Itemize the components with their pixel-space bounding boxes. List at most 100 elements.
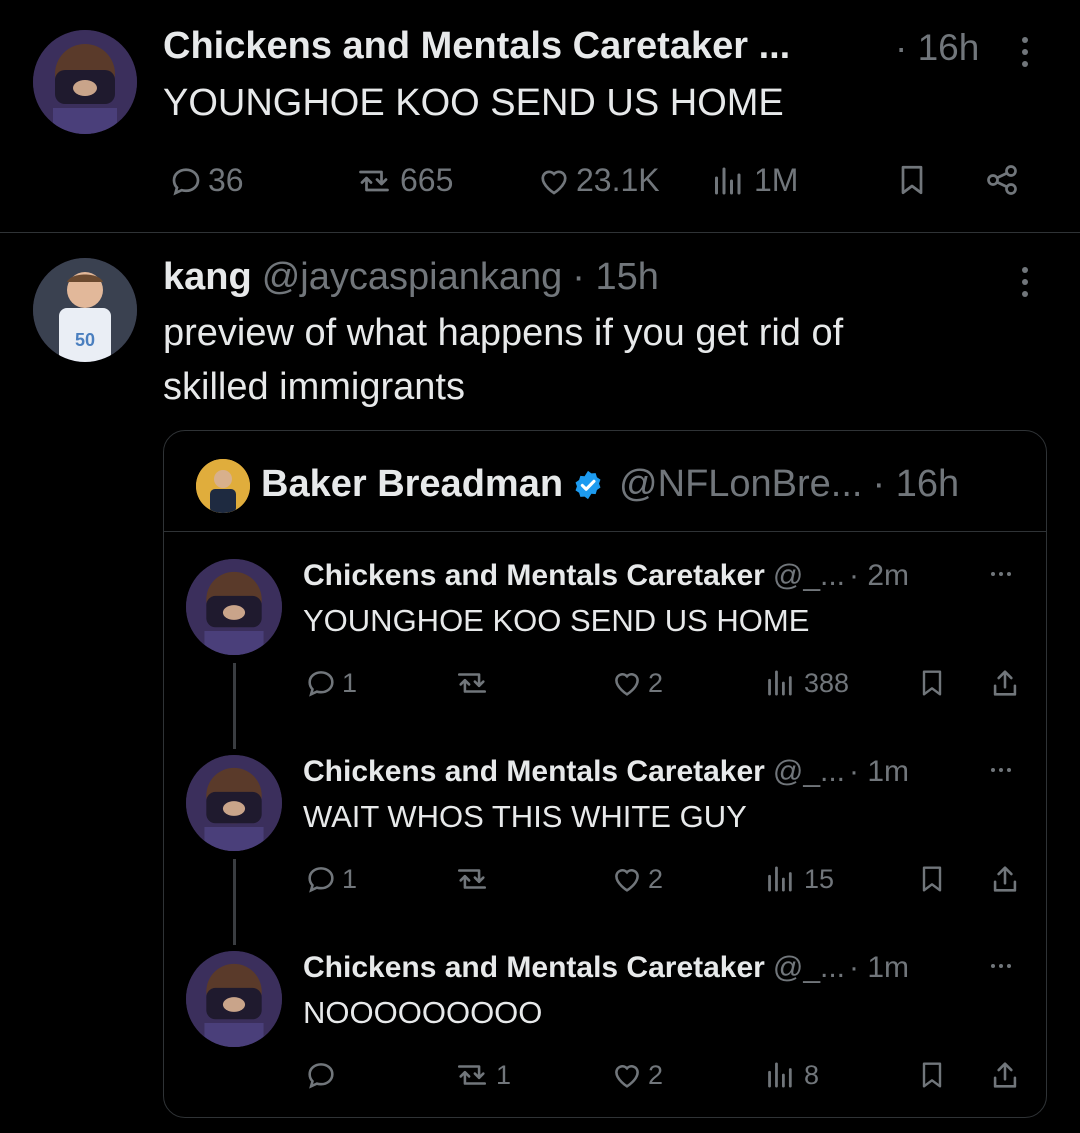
reply-icon (308, 867, 334, 893)
reply-icon (308, 1063, 334, 1089)
quote-header: Baker Breadman @NFLonBre... · 16h (261, 463, 959, 506)
tweet-text: YOUNGHOE KOO SEND US HOME (163, 82, 784, 124)
reply-count: 1 (342, 863, 358, 894)
bookmark-icon (901, 165, 923, 195)
more-icon[interactable] (991, 768, 1011, 772)
views-button[interactable]: 388 (764, 666, 849, 700)
share-button[interactable] (988, 666, 1022, 700)
timestamp[interactable]: · 16h (895, 27, 979, 69)
share-button[interactable] (982, 162, 1022, 198)
quote-handle[interactable]: @NFLonBre... (619, 463, 862, 506)
tweet-header: kang @jaycaspiankang · 15h (163, 256, 659, 299)
like-button[interactable]: 2 (610, 862, 663, 896)
repost-icon (457, 869, 487, 889)
repost-button[interactable] (452, 862, 496, 896)
thread-item[interactable]: Chickens and Mentals Caretaker @_... · 1… (164, 747, 1046, 927)
thread-header: Chickens and Mentals Caretaker @_... · 2… (303, 559, 909, 593)
timestamp[interactable]: · 1m (849, 755, 909, 789)
avatar[interactable] (186, 559, 282, 655)
repost-count: 1 (496, 1059, 512, 1090)
reply-count: 1 (342, 667, 358, 698)
more-icon[interactable] (991, 572, 1011, 576)
quoted-post-card[interactable]: Baker Breadman @NFLonBre... · 16h Chicke… (163, 430, 1047, 1118)
repost-button[interactable]: 665 (352, 162, 453, 199)
bookmark-button[interactable] (894, 162, 930, 198)
reply-icon (308, 671, 334, 697)
views-button[interactable]: 1M (710, 162, 798, 199)
bookmark-icon (922, 866, 942, 892)
timestamp[interactable]: · 1m (849, 951, 909, 985)
views-icon (715, 167, 741, 194)
thread-text: WAIT WHOS THIS WHITE GUY (303, 799, 747, 834)
repost-button[interactable] (452, 666, 496, 700)
like-count: 2 (648, 1059, 664, 1090)
views-count: 1M (754, 162, 799, 198)
thread-item[interactable]: Chickens and Mentals Caretaker @_... · 2… (164, 551, 1046, 731)
display-name[interactable]: kang (163, 256, 252, 299)
like-button[interactable]: 2 (610, 666, 663, 700)
repost-icon (457, 673, 487, 693)
timestamp[interactable]: · 2m (849, 559, 909, 593)
share-icon (987, 165, 1017, 195)
views-button[interactable]: 8 (764, 1058, 819, 1092)
like-count: 23.1K (576, 162, 660, 198)
thread-header: Chickens and Mentals Caretaker @_... · 1… (303, 755, 909, 789)
avatar[interactable] (33, 30, 137, 134)
like-icon (615, 673, 639, 696)
bookmark-button[interactable] (916, 1058, 948, 1092)
views-count: 388 (804, 667, 850, 698)
upload-icon (993, 1062, 1017, 1088)
share-button[interactable] (988, 1058, 1022, 1092)
display-name[interactable]: Chickens and Mentals Caretaker (303, 951, 765, 985)
views-icon (768, 1062, 792, 1088)
more-icon[interactable] (1022, 37, 1028, 67)
reply-button[interactable] (304, 1058, 342, 1092)
views-icon (768, 866, 792, 892)
tweet-1[interactable]: Chickens and Mentals Caretaker ... · 16h… (0, 0, 1080, 232)
bookmark-icon (922, 670, 942, 696)
share-button[interactable] (988, 862, 1022, 896)
handle[interactable]: @_... (773, 951, 845, 985)
like-icon (615, 1065, 639, 1088)
repost-count: 665 (400, 162, 454, 198)
tweet-text-line-2: skilled immigrants (163, 366, 465, 408)
display-name[interactable]: Chickens and Mentals Caretaker (303, 559, 765, 593)
views-count: 8 (804, 1059, 820, 1090)
bookmark-button[interactable] (916, 862, 948, 896)
reply-button[interactable]: 1 (304, 862, 357, 896)
avatar[interactable] (186, 951, 282, 1047)
like-icon (615, 869, 639, 892)
more-icon[interactable] (991, 964, 1011, 968)
like-button[interactable]: 23.1K (536, 162, 660, 199)
handle[interactable]: @_... (773, 755, 845, 789)
jersey-number: 50 (75, 330, 95, 350)
reply-count: 36 (208, 162, 244, 198)
views-button[interactable]: 15 (764, 862, 834, 896)
display-name[interactable]: Chickens and Mentals Caretaker (303, 755, 765, 789)
like-icon (541, 169, 567, 195)
avatar[interactable] (196, 459, 250, 513)
thread-text: NOOOOOOOOO (303, 995, 543, 1030)
upload-icon (993, 670, 1017, 696)
thread-header: Chickens and Mentals Caretaker @_... · 1… (303, 951, 909, 985)
repost-button[interactable]: 1 (452, 1058, 511, 1092)
avatar[interactable] (186, 755, 282, 851)
reply-button[interactable]: 36 (168, 162, 244, 199)
quote-timestamp[interactable]: · 16h (872, 463, 959, 506)
display-name[interactable]: Chickens and Mentals Caretaker ... (163, 25, 790, 68)
reply-button[interactable]: 1 (304, 666, 357, 700)
handle[interactable]: @jaycaspiankang (262, 256, 563, 299)
timestamp[interactable]: · 15h (572, 256, 659, 299)
handle[interactable]: @_... (773, 559, 845, 593)
like-count: 2 (648, 667, 664, 698)
views-icon (768, 670, 792, 696)
like-count: 2 (648, 863, 664, 894)
thread-item[interactable]: Chickens and Mentals Caretaker @_... · 1… (164, 943, 1046, 1117)
more-icon[interactable] (1022, 267, 1028, 297)
avatar[interactable]: 50 (33, 258, 137, 362)
reply-icon (172, 167, 200, 195)
like-button[interactable]: 2 (610, 1058, 663, 1092)
bookmark-icon (922, 1062, 942, 1088)
quote-display-name[interactable]: Baker Breadman (261, 463, 563, 506)
bookmark-button[interactable] (916, 666, 948, 700)
